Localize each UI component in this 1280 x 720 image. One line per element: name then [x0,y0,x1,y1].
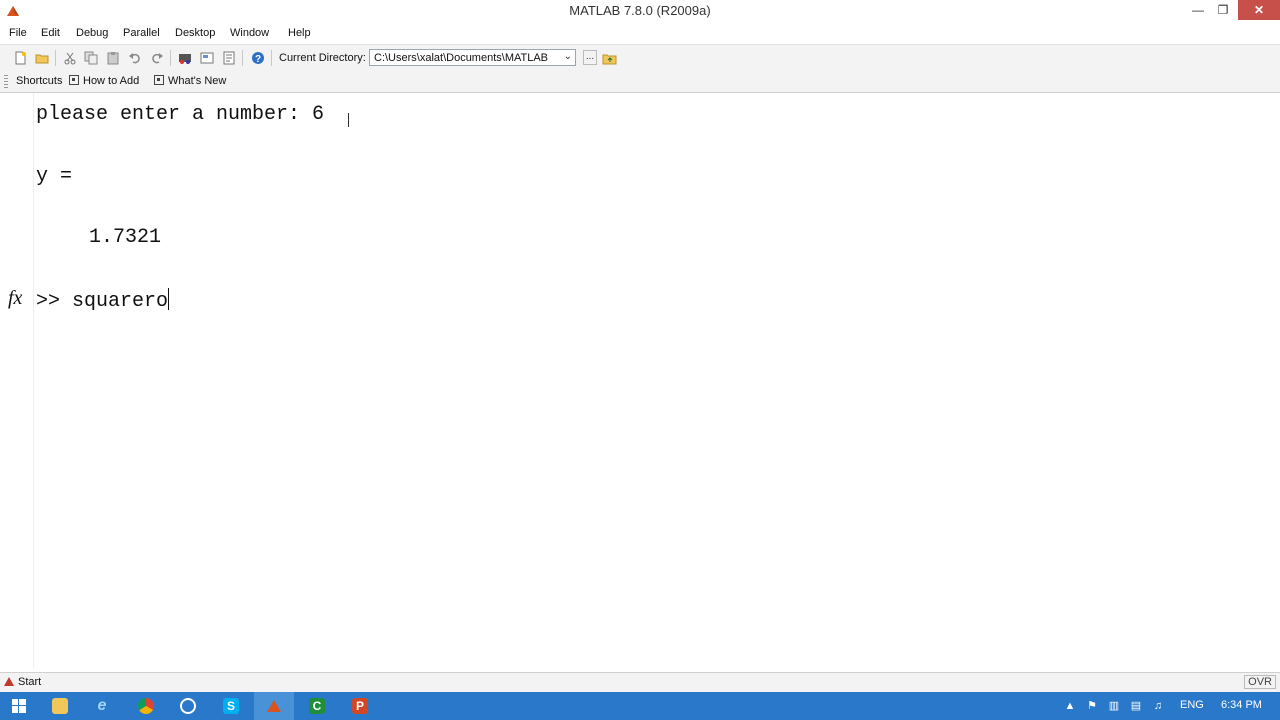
undo-icon[interactable] [128,51,142,65]
command-output-line: y = [36,165,73,188]
chevron-down-icon: ⌄ [563,51,572,62]
redo-icon[interactable] [150,51,164,65]
taskbar-file-explorer[interactable] [40,692,80,720]
taskbar-skype[interactable]: S [211,692,251,720]
current-directory-value: C:\Users\xalat\Documents\MATLAB [374,52,549,64]
toolbar-separator [242,50,243,66]
svg-text:?: ? [255,54,261,65]
command-input-text[interactable]: squarero [72,290,168,313]
current-directory-label: Current Directory: [279,52,366,64]
taskbar-viber[interactable] [168,692,208,720]
shortcut-icon [154,75,164,85]
chrome-icon [138,698,154,714]
matlab-window: MATLAB 7.8.0 (R2009a) — ❐ ✕ File Edit De… [0,0,1280,693]
menu-parallel[interactable]: Parallel [123,27,160,39]
command-prompt: >> [36,290,61,313]
clock[interactable]: 6:34 PM [1221,699,1262,711]
window-title: MATLAB 7.8.0 (R2009a) [569,3,711,18]
browse-folder-button[interactable]: ... [583,50,597,65]
camtasia-icon: C [309,698,325,714]
menu-edit[interactable]: Edit [41,27,60,39]
menu-file[interactable]: File [9,27,27,39]
toolbar-separator [55,50,56,66]
close-button[interactable]: ✕ [1238,0,1280,20]
command-output-line: please enter a number: 6 [36,103,325,126]
simulink-icon[interactable] [178,51,192,65]
taskbar-powerpoint[interactable]: P [340,692,380,720]
file-explorer-icon [52,698,68,714]
command-gutter [0,93,34,668]
start-label: Start [18,676,42,688]
menu-desktop[interactable]: Desktop [175,27,215,39]
menu-window[interactable]: Window [230,27,269,39]
menu-help[interactable]: Help [288,27,311,39]
command-window[interactable]: please enter a number: 6 y = 1.7321 fx >… [0,93,1280,668]
guide-icon[interactable] [200,51,214,65]
menu-debug[interactable]: Debug [76,27,108,39]
minimize-button[interactable]: — [1184,0,1212,20]
current-directory-select[interactable]: C:\Users\xalat\Documents\MATLAB ⌄ [369,49,576,66]
text-caret [168,288,170,310]
internet-explorer-icon: e [97,697,107,714]
taskbar-matlab[interactable] [254,692,294,720]
action-center-icon[interactable]: ⚑ [1086,700,1098,712]
whats-new-link[interactable]: What's New [154,75,226,87]
how-to-add-label: How to Add [83,75,140,87]
shortcuts-button[interactable]: Shortcuts [16,75,62,87]
open-folder-icon[interactable] [35,51,49,65]
windows-taskbar: e S C P ▲ ⚑ ▥ ▤ ♫ ENG 6:34 PM [0,692,1280,720]
show-hidden-icons-icon[interactable]: ▲ [1064,700,1076,712]
language-indicator[interactable]: ENG [1180,699,1204,711]
powerpoint-icon: P [352,698,368,714]
how-to-add-link[interactable]: How to Add [69,75,139,87]
toolbar: ? Current Directory: C:\Users\xalat\Docu… [0,44,1280,72]
matlab-taskbar-icon [267,700,281,712]
menu-bar: File Edit Debug Parallel Desktop Window … [0,22,1280,44]
volume-icon[interactable]: ♫ [1152,700,1164,712]
command-input-line[interactable]: >> squarero [36,288,170,313]
title-bar: MATLAB 7.8.0 (R2009a) — ❐ ✕ [0,0,1280,22]
taskbar-camtasia[interactable]: C [297,692,337,720]
toolbar-grip[interactable] [4,75,8,88]
cut-icon[interactable] [63,51,77,65]
taskbar-chrome[interactable] [126,692,166,720]
copy-icon[interactable] [84,51,98,65]
overwrite-indicator: OVR [1244,675,1276,689]
toolbar-separator [170,50,171,66]
wifi-icon[interactable]: ▤ [1130,700,1142,712]
command-output-value: 1.7321 [89,226,162,249]
taskbar-internet-explorer[interactable]: e [82,692,122,720]
start-button[interactable]: Start [4,676,41,688]
maximize-button[interactable]: ❐ [1209,0,1237,20]
windows-logo-icon [12,699,26,713]
matlab-start-icon [4,677,14,686]
function-browser-icon[interactable]: fx [8,287,22,310]
network-icon[interactable]: ▥ [1108,700,1120,712]
viber-icon [180,698,196,714]
skype-icon: S [223,698,239,714]
paste-icon[interactable] [106,51,120,65]
windows-start-button[interactable] [0,692,40,720]
status-bar: Start OVR [0,672,1280,693]
folder-up-icon[interactable] [602,51,617,65]
toolbar-separator [271,50,272,66]
shortcuts-bar: Shortcuts How to Add What's New [0,71,1280,93]
profiler-icon[interactable] [222,51,236,65]
help-icon[interactable]: ? [251,51,265,65]
whats-new-label: What's New [168,75,227,87]
new-file-icon[interactable] [13,51,27,65]
shortcut-icon [69,75,79,85]
text-cursor-icon [348,113,349,127]
